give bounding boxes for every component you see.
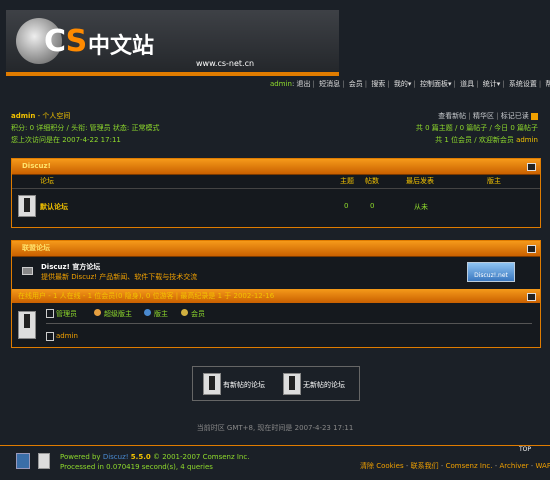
site-url: www.cs-net.cn	[196, 59, 255, 68]
no-new-posts-icon	[283, 373, 301, 395]
online-users-panel: 管理员 超级版主 版主 会员 admin	[11, 303, 541, 348]
forum-name-link[interactable]: 默认论坛	[40, 202, 68, 212]
legend-new-posts: 有新帖的论坛	[223, 381, 265, 389]
user-space-link[interactable]: 个人空间	[42, 112, 70, 120]
user-credits: 积分: 0 详细积分 / 头衔: 管理员 状态: 正常模式	[11, 124, 160, 132]
legend-admin: 管理员	[56, 310, 77, 318]
member-icon	[181, 309, 188, 316]
forum-icon-legend: 有新帖的论坛 无新帖的论坛	[192, 366, 360, 401]
union-name: 联盟论坛	[22, 244, 50, 252]
footer-links: 清除 Cookies - 联系我们 - Comsenz Inc. - Archi…	[360, 462, 550, 470]
category-name[interactable]: Discuz!	[22, 162, 51, 170]
digest-link[interactable]: 精华区	[473, 112, 494, 120]
comsenz-badge-icon[interactable]	[38, 453, 50, 469]
supermod-icon	[94, 309, 101, 316]
category-title[interactable]: Discuz!	[12, 159, 540, 175]
forum-posts-count: 0	[370, 202, 375, 210]
legend-mod: 版主	[154, 310, 168, 318]
forum-column-headers: 论坛 主题 帖数 最后发表 版主	[12, 175, 540, 189]
nav-tools[interactable]: 道具	[460, 80, 474, 88]
comsenz-link[interactable]: Comsenz Inc.	[446, 462, 493, 470]
union-row: Discuz! 官方论坛 提供最新 Discuz! 产品新闻、软件下载与技术交流…	[12, 257, 540, 289]
forum-link-icon	[22, 267, 33, 275]
nav-admin[interactable]: 系统设置	[509, 80, 537, 88]
back-to-top-link[interactable]: TOP	[519, 446, 531, 453]
col-topics: 主题	[340, 177, 354, 185]
forum-category-panel: Discuz! 论坛 主题 帖数 最后发表 版主 默认论坛 0 0 从未	[11, 158, 541, 228]
legend-supermod: 超级版主	[104, 310, 132, 318]
online-user-link[interactable]: admin	[56, 332, 78, 340]
forum-row: 默认论坛 0 0 从未	[12, 189, 540, 225]
nav-members[interactable]: 会员	[349, 80, 363, 88]
user-name[interactable]: admin	[11, 112, 35, 120]
forum-topics-count: 0	[344, 202, 349, 210]
archiver-link[interactable]: Archiver	[499, 462, 528, 470]
discuz-badge-icon[interactable]	[16, 453, 30, 469]
collapse-icon[interactable]	[527, 293, 536, 301]
post-stats: 共 0 篇主题 / 0 篇帖子 / 今日 0 篇帖子	[415, 124, 538, 132]
col-last-post: 最后发表	[406, 177, 434, 185]
union-forum-logo[interactable]: Discuz!.net	[467, 262, 515, 282]
powered-by-label: Powered by	[60, 453, 101, 461]
nav-help[interactable]: 帮助	[545, 80, 550, 88]
processing-stats: Processed in 0.070419 second(s), 4 queri…	[60, 463, 213, 471]
nav-pm[interactable]: 短消息	[319, 80, 340, 88]
nav-cp[interactable]: 控制面板	[420, 80, 448, 88]
col-posts: 帖数	[365, 177, 379, 185]
chevron-down-icon: ▾	[407, 80, 412, 88]
nav-stats[interactable]: 统计	[483, 80, 497, 88]
member-stats: 共 1 位会员 / 欢迎新会员	[435, 136, 514, 144]
view-new-link[interactable]: 查看新帖	[438, 112, 466, 120]
online-icon	[18, 311, 36, 339]
online-legend: 管理员 超级版主 版主 会员	[46, 309, 532, 324]
rss-icon[interactable]	[531, 112, 538, 120]
forum-status-icon	[18, 195, 36, 217]
copyright-text: © 2001-2007 Comsenz Inc.	[152, 453, 250, 461]
timezone-info: 当前时区 GMT+8, 现在时间是 2007-4-23 17:11	[196, 424, 354, 432]
board-stats: 查看新帖 | 精华区 | 标记已读 共 0 篇主题 / 0 篇帖子 / 今日 0…	[360, 110, 538, 146]
footer-credits: Powered by Discuz! 5.5.0 © 2001-2007 Com…	[60, 452, 249, 472]
site-banner[interactable]: CS 中文站 www.cs-net.cn	[6, 10, 339, 76]
version-label: 5.5.0	[130, 453, 151, 461]
nav-search[interactable]: 搜索	[371, 80, 385, 88]
contact-link[interactable]: 联系我们	[411, 462, 439, 470]
mod-icon	[144, 309, 151, 316]
discuz-link[interactable]: Discuz!	[103, 453, 129, 461]
union-forum-link[interactable]: Discuz! 官方论坛	[41, 262, 100, 272]
chevron-down-icon: ▾	[448, 80, 452, 88]
wap-link[interactable]: WAP	[536, 462, 550, 470]
user-info: admin - 个人空间 积分: 0 详细积分 / 头衔: 管理员 状态: 正常…	[11, 112, 160, 144]
user-status-icon	[46, 332, 54, 341]
admin-role-icon	[46, 309, 54, 318]
union-forums-panel: 联盟论坛 Discuz! 官方论坛 提供最新 Discuz! 产品新闻、软件下载…	[11, 240, 541, 304]
union-title[interactable]: 联盟论坛	[12, 241, 540, 257]
logo-cs: CS	[44, 24, 87, 59]
site-title: 中文站	[88, 34, 155, 59]
nav-my[interactable]: 我的	[394, 80, 408, 88]
footer-divider	[0, 445, 550, 446]
chevron-down-icon: ▾	[496, 80, 501, 88]
collapse-icon[interactable]	[527, 245, 536, 253]
new-posts-icon	[203, 373, 221, 395]
col-moderator: 版主	[487, 177, 501, 185]
online-summary: 在线用户 - 1 人在线 - 1 位会员(0 隐身), 0 位游客 | 最高纪录…	[18, 292, 275, 300]
nav-username[interactable]: admin	[270, 80, 292, 88]
mark-read-link[interactable]: 标记已读	[501, 112, 529, 120]
legend-member: 会员	[191, 310, 205, 318]
online-users-header[interactable]: 在线用户 - 1 人在线 - 1 位会员(0 隐身), 0 位游客 | 最高纪录…	[12, 289, 540, 303]
top-nav: admin: 退出 | 短消息 | 会员 | 搜索 | 我的▾ | 控制面板▾ | 道具 | …	[270, 79, 550, 89]
forum-last-post: 从未	[414, 203, 428, 211]
col-forum: 论坛	[40, 177, 54, 185]
user-last-visit: 您上次访问是在 2007-4-22 17:11	[11, 136, 121, 144]
union-forum-desc: 提供最新 Discuz! 产品新闻、软件下载与技术交流	[41, 273, 198, 281]
nav-logout[interactable]: 退出	[297, 80, 311, 88]
clear-cookies-link[interactable]: 清除 Cookies	[360, 462, 404, 470]
collapse-icon[interactable]	[527, 163, 536, 171]
legend-no-new-posts: 无新帖的论坛	[303, 381, 345, 389]
newest-member-link[interactable]: admin	[516, 136, 538, 144]
